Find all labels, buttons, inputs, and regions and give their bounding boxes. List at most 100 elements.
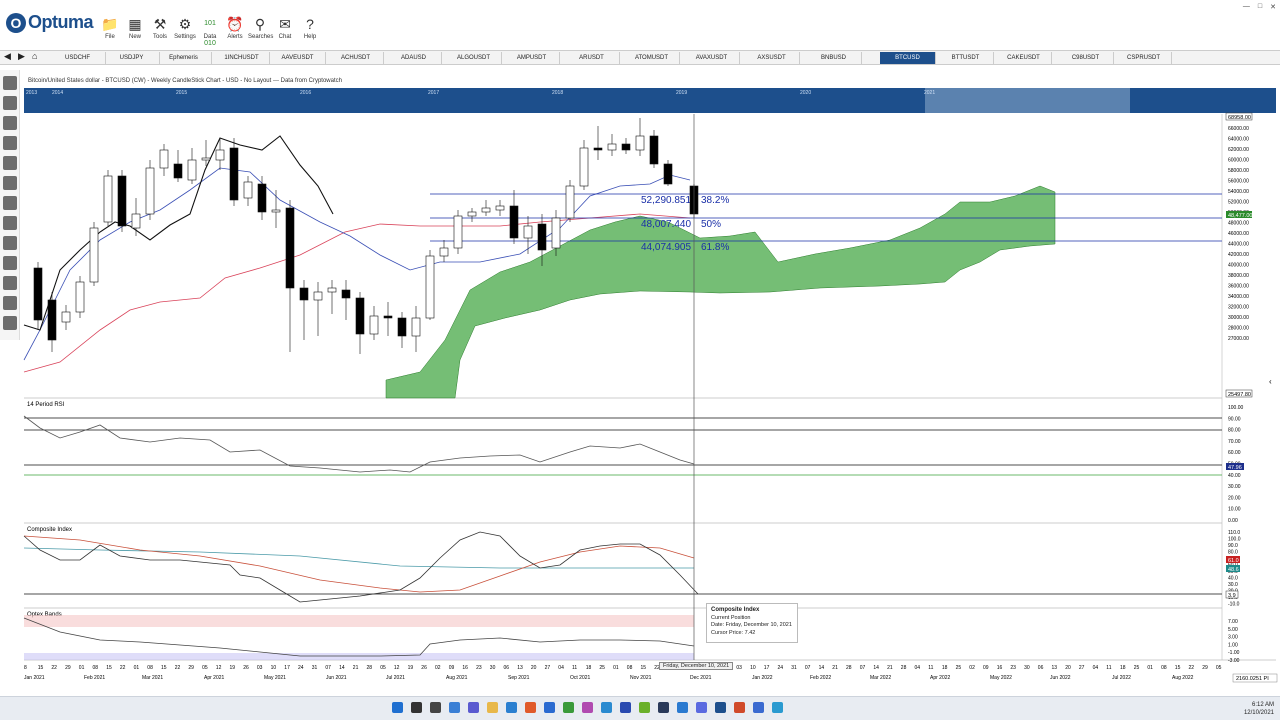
date-month-tick: Aug 2022 xyxy=(1172,675,1194,681)
mail-icon[interactable] xyxy=(544,702,555,713)
widgets-icon[interactable] xyxy=(449,702,460,713)
overview-year: 2015 xyxy=(176,90,187,96)
date-day-tick: 20 xyxy=(1065,665,1071,671)
price-tick: 38000.00 xyxy=(1228,273,1249,279)
candle xyxy=(509,190,519,244)
price-tick: 27000.00 xyxy=(1228,336,1249,342)
candle xyxy=(369,306,379,340)
search-icon[interactable] xyxy=(411,702,422,713)
composite-tick: 30.0 xyxy=(1228,582,1238,588)
date-month-tick: Jan 2021 xyxy=(24,675,45,681)
date-day-tick: 16 xyxy=(462,665,468,671)
price-tick: 28000.00 xyxy=(1228,326,1249,332)
photos-icon[interactable] xyxy=(582,702,593,713)
chat-icon[interactable] xyxy=(468,702,479,713)
candle xyxy=(495,200,505,216)
vscode-icon[interactable] xyxy=(677,702,688,713)
fib-618-pct: 61.8% xyxy=(701,242,729,253)
date-day-tick: 05 xyxy=(380,665,386,671)
composite-tick: -10.0 xyxy=(1228,602,1240,608)
date-month-tick: May 2021 xyxy=(264,675,286,681)
candle xyxy=(439,240,449,262)
date-month-tick: Nov 2021 xyxy=(630,675,652,681)
date-day-tick: 26 xyxy=(243,665,249,671)
date-day-tick: 30 xyxy=(1024,665,1030,671)
date-month-tick: Mar 2021 xyxy=(142,675,163,681)
word-icon[interactable] xyxy=(620,702,631,713)
candle xyxy=(131,198,141,236)
system-clock[interactable]: 6:12 AM 12/10/2021 xyxy=(1244,701,1274,717)
date-day-tick: 01 xyxy=(1147,665,1153,671)
tooltip-line1: Current Position xyxy=(711,614,751,621)
collapse-arrow-icon[interactable]: ‹ xyxy=(1269,377,1272,386)
chrome-icon[interactable] xyxy=(563,702,574,713)
date-day-tick: 09 xyxy=(983,665,989,671)
date-day-tick: 07 xyxy=(860,665,866,671)
composite-index-line xyxy=(23,531,699,603)
discord-icon[interactable] xyxy=(696,702,707,713)
start-icon[interactable] xyxy=(392,702,403,713)
tooltip-title: Composite Index xyxy=(711,607,760,613)
date-day-tick: 04 xyxy=(1093,665,1099,671)
candle xyxy=(425,250,435,320)
date-day-tick: 15 xyxy=(1175,665,1181,671)
date-day-tick: 29 xyxy=(65,665,71,671)
rsi-tick: 60.00 xyxy=(1228,450,1241,456)
overview-window[interactable] xyxy=(925,88,1130,113)
brave-icon[interactable] xyxy=(525,702,536,713)
task-view-icon[interactable] xyxy=(430,702,441,713)
date-day-tick: 21 xyxy=(353,665,359,671)
price-tick: 60000.00 xyxy=(1228,158,1249,164)
date-day-tick: 01 xyxy=(134,665,140,671)
store-icon[interactable] xyxy=(506,702,517,713)
fib-382-pct: 38.2% xyxy=(701,195,729,206)
candle xyxy=(173,150,183,182)
nvidia-icon[interactable] xyxy=(639,702,650,713)
candle xyxy=(145,160,155,220)
date-day-tick: 08 xyxy=(147,665,153,671)
candle xyxy=(453,210,463,254)
date-day-tick: 22 xyxy=(51,665,57,671)
chart-canvas[interactable]: 2013 2014 2015 2016 2017 2018 2019 2020 2021 52,… xyxy=(0,0,1280,696)
candle xyxy=(243,176,253,206)
edge-icon[interactable] xyxy=(601,702,612,713)
date-day-tick: 12 xyxy=(216,665,222,671)
explorer-icon[interactable] xyxy=(487,702,498,713)
date-day-tick: 26 xyxy=(421,665,427,671)
date-day-tick: 02 xyxy=(969,665,975,671)
candle xyxy=(397,312,407,348)
date-day-tick: 23 xyxy=(476,665,482,671)
app2-icon[interactable] xyxy=(753,702,764,713)
date-month-tick: Oct 2021 xyxy=(570,675,591,681)
tooltip-line3: Cursor Price: 7.42 xyxy=(711,629,756,636)
date-day-tick: 28 xyxy=(901,665,907,671)
date-day-tick: 21 xyxy=(832,665,838,671)
date-month-tick: Jun 2022 xyxy=(1050,675,1071,681)
date-day-tick: 13 xyxy=(517,665,523,671)
price-tick: 30000.00 xyxy=(1228,315,1249,321)
candle xyxy=(467,208,477,222)
date-day-tick: 08 xyxy=(1161,665,1167,671)
candle xyxy=(565,180,575,222)
price-tick: 52000.00 xyxy=(1228,200,1249,206)
rsi-tick: 40.00 xyxy=(1228,473,1241,479)
date-day-tick: 14 xyxy=(339,665,345,671)
overview-year: 2013 xyxy=(26,90,37,96)
date-day-tick: 27 xyxy=(1079,665,1085,671)
composite-tooltip: Composite Index Current Position Date: F… xyxy=(706,603,798,643)
app3-icon[interactable] xyxy=(772,702,783,713)
date-day-tick: 04 xyxy=(558,665,564,671)
rsi-tick: 80.00 xyxy=(1228,428,1241,434)
price-top: 68958.00 xyxy=(1228,115,1251,121)
date-day-tick: 18 xyxy=(942,665,948,671)
app-icon[interactable] xyxy=(734,702,745,713)
candle xyxy=(481,200,491,216)
overview-year: 2014 xyxy=(52,90,63,96)
optuma-icon[interactable] xyxy=(715,702,726,713)
date-day-tick: 06 xyxy=(1038,665,1044,671)
steam-icon[interactable] xyxy=(658,702,669,713)
rsi-current: 47.96 xyxy=(1228,465,1242,471)
date-day-tick: 01 xyxy=(79,665,85,671)
rsi-tick: 100.00 xyxy=(1228,405,1244,411)
date-day-tick: 24 xyxy=(778,665,784,671)
